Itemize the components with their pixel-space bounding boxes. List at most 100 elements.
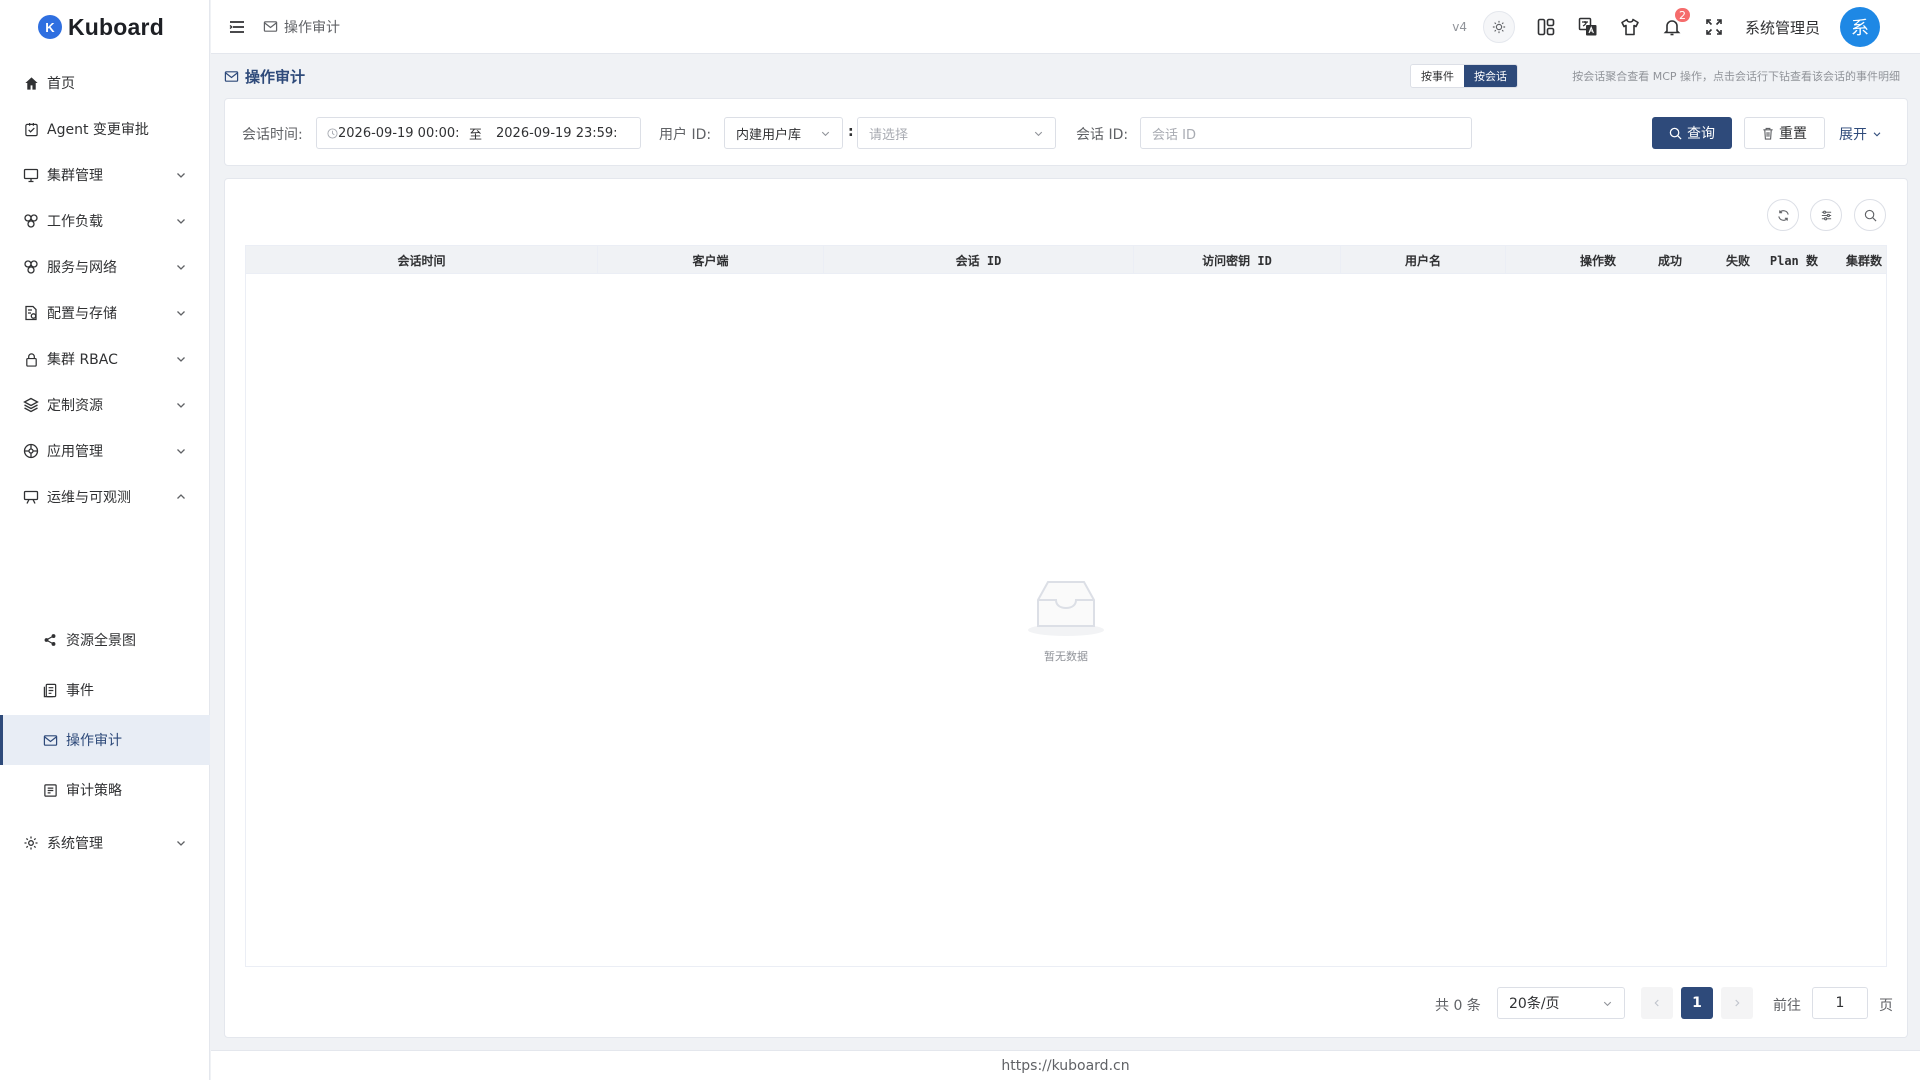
sidebar-subitem-events[interactable]: 事件 bbox=[0, 665, 210, 715]
sun-icon bbox=[1492, 20, 1506, 34]
view-by-session-button[interactable]: 按会话 bbox=[1464, 65, 1517, 87]
sidebar-item-ops-observability[interactable]: 运维与可观测 bbox=[0, 472, 210, 522]
layout-icon[interactable] bbox=[1535, 16, 1557, 38]
page-number-button[interactable]: 1 bbox=[1681, 987, 1713, 1019]
view-by-event-button[interactable]: 按事件 bbox=[1411, 65, 1464, 87]
sidebar-item-label: 应用管理 bbox=[47, 444, 103, 460]
sidebar-subitem-label: 操作审计 bbox=[66, 733, 122, 749]
column-header-success[interactable]: 成功 bbox=[1620, 246, 1686, 274]
sidebar-item-label: 系统管理 bbox=[47, 836, 103, 852]
refresh-button[interactable] bbox=[1767, 199, 1799, 231]
sidebar-item-label: 工作负载 bbox=[47, 214, 103, 230]
sidebar-item-label: Agent 变更审批 bbox=[47, 122, 149, 138]
session-time-range-picker[interactable]: 2026-09-19 00:00:0 至 2026-09-19 23:59:5 bbox=[316, 117, 641, 149]
avatar[interactable]: 系 bbox=[1840, 7, 1880, 47]
session-table: 会话时间 客户端 会话 ID 访问密钥 ID 用户名 操作数 成功 失败 Pla… bbox=[245, 245, 1887, 967]
column-settings-button[interactable] bbox=[1810, 199, 1842, 231]
sliders-icon bbox=[1820, 209, 1833, 222]
user-id-colon: : bbox=[848, 124, 854, 140]
page-suffix: 页 bbox=[1879, 998, 1893, 1014]
column-header-session-time[interactable]: 会话时间 bbox=[246, 246, 598, 274]
version-label: v4 bbox=[1452, 20, 1467, 34]
mail-icon bbox=[224, 69, 239, 84]
session-id-input[interactable]: 会话 ID bbox=[1140, 117, 1472, 149]
sidebar-subitem-operation-audit[interactable]: 操作审计 bbox=[0, 715, 210, 765]
range-separator: 至 bbox=[469, 127, 483, 143]
footer: https://kuboard.cn bbox=[211, 1050, 1920, 1080]
mail-icon bbox=[42, 732, 58, 748]
sidebar-subitem-resource-topology[interactable]: 资源全景图 bbox=[0, 615, 210, 665]
sidebar-item-agent-approval[interactable]: Agent 变更审批 bbox=[0, 104, 210, 154]
translate-icon[interactable] bbox=[1577, 16, 1599, 38]
pagination-total: 共 0 条 bbox=[1435, 998, 1481, 1014]
chevron-down-icon bbox=[174, 836, 188, 850]
workload-icon bbox=[22, 212, 40, 230]
column-header-username[interactable]: 用户名 bbox=[1341, 246, 1506, 274]
footer-link[interactable]: https://kuboard.cn bbox=[1001, 1058, 1129, 1074]
query-button-label: 查询 bbox=[1687, 126, 1715, 142]
start-time-input[interactable]: 2026-09-19 00:00:0 bbox=[338, 126, 458, 141]
end-time-input[interactable]: 2026-09-19 23:59:5 bbox=[496, 126, 616, 141]
policy-icon bbox=[42, 782, 58, 798]
logo[interactable]: K Kuboard bbox=[0, 0, 209, 54]
breadcrumb-current: 操作审计 bbox=[284, 19, 340, 36]
prev-page-button[interactable] bbox=[1641, 987, 1673, 1019]
shirt-icon[interactable] bbox=[1619, 16, 1641, 38]
table-panel: 会话时间 客户端 会话 ID 访问密钥 ID 用户名 操作数 成功 失败 Pla… bbox=[224, 178, 1908, 1038]
empty-inbox-icon bbox=[1024, 576, 1108, 638]
sidebar-item-system-management[interactable]: 系统管理 bbox=[0, 818, 210, 868]
gear-icon bbox=[22, 834, 40, 852]
sidebar-item-service-network[interactable]: 服务与网络 bbox=[0, 242, 210, 292]
chevron-left-icon bbox=[1651, 997, 1663, 1009]
column-header-client[interactable]: 客户端 bbox=[598, 246, 824, 274]
ops-icon bbox=[22, 488, 40, 506]
chevron-down-icon bbox=[174, 214, 188, 228]
column-header-session-id[interactable]: 会话 ID bbox=[824, 246, 1134, 274]
table-search-button[interactable] bbox=[1854, 199, 1886, 231]
sidebar-item-cluster-rbac[interactable]: 集群 RBAC bbox=[0, 334, 210, 384]
page-header: 操作审计 按事件 按会话 按会话聚合查看 MCP 操作，点击会话行下钻查看该会话… bbox=[224, 62, 1900, 90]
sidebar-item-config-storage[interactable]: 配置与存储 bbox=[0, 288, 210, 338]
goto-page-input[interactable]: 1 bbox=[1812, 987, 1868, 1019]
user-select[interactable]: 请选择 bbox=[857, 117, 1056, 149]
theme-toggle-button[interactable] bbox=[1482, 11, 1515, 43]
chevron-right-icon bbox=[1731, 997, 1743, 1009]
column-header-failure[interactable]: 失败 bbox=[1686, 246, 1754, 274]
user-source-value: 内建用户库 bbox=[736, 127, 802, 143]
menu-toggle-icon[interactable] bbox=[227, 17, 247, 37]
sidebar-item-custom-resources[interactable]: 定制资源 bbox=[0, 380, 210, 430]
sidebar-item-cluster-management[interactable]: 集群管理 bbox=[0, 150, 210, 200]
breadcrumb: 操作审计 bbox=[263, 17, 340, 37]
chevron-down-icon bbox=[1601, 997, 1614, 1010]
sidebar-item-app-management[interactable]: 应用管理 bbox=[0, 426, 210, 476]
reset-button[interactable]: 重置 bbox=[1744, 117, 1825, 149]
page-size-select[interactable]: 20条/页 bbox=[1497, 987, 1625, 1019]
sidebar-item-label: 集群 RBAC bbox=[47, 352, 118, 368]
session-id-label: 会话 ID: bbox=[1076, 127, 1129, 143]
column-header-plan-count[interactable]: Plan 数 bbox=[1754, 246, 1822, 274]
page-title: 操作审计 bbox=[245, 67, 306, 86]
column-header-operation-count[interactable]: 操作数 bbox=[1506, 246, 1620, 274]
network-icon bbox=[22, 258, 40, 276]
expand-filters-button[interactable]: 展开 bbox=[1839, 124, 1883, 144]
column-header-cluster-count[interactable]: 集群数 bbox=[1822, 246, 1886, 274]
notification-badge: 2 bbox=[1673, 7, 1691, 23]
sidebar-subitem-audit-policy[interactable]: 审计策略 bbox=[0, 765, 210, 815]
sidebar-item-home[interactable]: 首页 bbox=[0, 58, 210, 108]
column-header-access-key-id[interactable]: 访问密钥 ID bbox=[1134, 246, 1341, 274]
view-hint: 按会话聚合查看 MCP 操作，点击会话行下钻查看该会话的事件明细 bbox=[1572, 70, 1900, 83]
next-page-button[interactable] bbox=[1721, 987, 1753, 1019]
query-button[interactable]: 查询 bbox=[1652, 117, 1732, 149]
user-id-label: 用户 ID: bbox=[659, 127, 712, 143]
bell-icon[interactable]: 2 bbox=[1661, 7, 1691, 38]
fullscreen-icon[interactable] bbox=[1703, 16, 1725, 38]
config-icon bbox=[22, 304, 40, 322]
goto-label: 前往 bbox=[1773, 998, 1801, 1014]
user-source-select[interactable]: 内建用户库 bbox=[724, 117, 843, 149]
header-tools: v4 2 系统管理员 系 bbox=[1452, 0, 1920, 54]
logo-text: Kuboard bbox=[68, 13, 164, 40]
user-name[interactable]: 系统管理员 bbox=[1745, 17, 1820, 38]
sidebar-item-workloads[interactable]: 工作负载 bbox=[0, 196, 210, 246]
user-select-placeholder: 请选择 bbox=[869, 127, 909, 143]
document-icon bbox=[42, 682, 58, 698]
